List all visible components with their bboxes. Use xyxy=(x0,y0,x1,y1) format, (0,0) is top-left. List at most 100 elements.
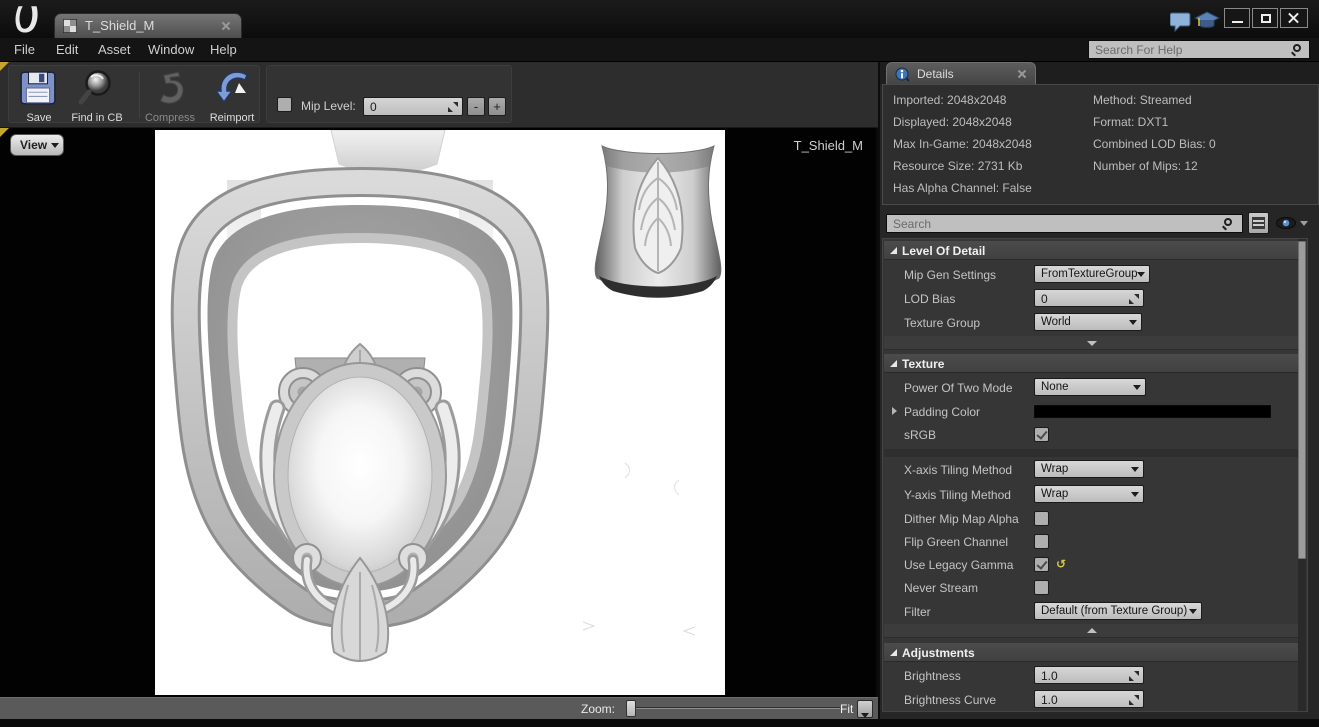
reset-to-default-icon[interactable]: ↺ xyxy=(1056,557,1066,571)
texture-asset-icon xyxy=(63,19,77,33)
advanced-collapser[interactable] xyxy=(884,624,1298,638)
zoom-slider-track[interactable] xyxy=(630,707,840,709)
mip-level-label: Mip Level: xyxy=(301,99,356,113)
expand-right-icon[interactable] xyxy=(892,407,897,415)
menu-help[interactable]: Help xyxy=(210,42,237,57)
prop-label: Dither Mip Map Alpha xyxy=(904,512,1019,526)
texture-viewport[interactable]: View T_Shield_M xyxy=(0,128,878,698)
view-options-list-button[interactable] xyxy=(1248,212,1269,234)
prop-label: X-axis Tiling Method xyxy=(904,463,1013,477)
details-panel: Details Imported: 2048x2048 Displayed: 2… xyxy=(878,62,1319,719)
panel-corner-flag xyxy=(0,128,9,137)
info-max-ingame: Max In-Game: 2048x2048 xyxy=(893,137,1032,151)
texture-name-overlay: T_Shield_M xyxy=(793,138,863,153)
prop-label: sRGB xyxy=(904,428,937,442)
mip-level-field[interactable]: 0 xyxy=(363,97,463,116)
menu-asset[interactable]: Asset xyxy=(98,42,131,57)
chevron-down-icon xyxy=(1131,492,1139,497)
zoom-slider-handle[interactable] xyxy=(626,700,636,717)
chevron-down-icon[interactable] xyxy=(1300,221,1308,226)
section-header-level-of-detail[interactable]: Level Of Detail xyxy=(884,241,1298,260)
menu-bar: File Edit Asset Window Help xyxy=(0,38,1319,62)
mip-level-decrement-button[interactable]: - xyxy=(467,97,485,116)
y-axis-tiling-dropdown[interactable]: Wrap xyxy=(1034,485,1144,503)
texture-group-dropdown[interactable]: World xyxy=(1034,313,1142,331)
fit-label: Fit xyxy=(840,702,854,716)
prop-label: Brightness Curve xyxy=(904,693,997,707)
section-header-adjustments[interactable]: Adjustments xyxy=(884,643,1298,662)
padding-color-swatch[interactable] xyxy=(1034,405,1271,418)
tutorial-cap-icon[interactable] xyxy=(1194,10,1220,32)
filter-dropdown[interactable]: Default (from Texture Group) xyxy=(1034,602,1202,620)
asset-tab-title: T_Shield_M xyxy=(85,18,155,33)
find-in-cb-button[interactable]: Find in CB xyxy=(61,112,133,124)
menu-edit[interactable]: Edit xyxy=(56,42,78,57)
value-drag-icon[interactable] xyxy=(1129,294,1139,304)
details-tab[interactable]: Details xyxy=(886,62,1036,84)
x-axis-tiling-dropdown[interactable]: Wrap xyxy=(1034,460,1144,478)
details-scrollbar[interactable] xyxy=(1298,239,1306,711)
flip-green-channel-checkbox[interactable] xyxy=(1034,534,1049,549)
never-stream-checkbox[interactable] xyxy=(1034,580,1049,595)
prop-label: Texture Group xyxy=(904,316,981,330)
view-dropdown-button[interactable]: View xyxy=(10,134,64,156)
save-button[interactable]: Save xyxy=(15,112,63,124)
reimport-button[interactable]: Reimport xyxy=(201,112,263,124)
chevron-down-icon xyxy=(861,713,869,719)
prop-label: LOD Bias xyxy=(904,292,956,306)
info-num-mips: Number of Mips: 12 xyxy=(1093,159,1198,173)
mip-gen-settings-dropdown[interactable]: FromTextureGroup xyxy=(1034,265,1150,283)
value-drag-icon[interactable] xyxy=(1129,671,1139,681)
fit-dropdown-button[interactable] xyxy=(857,700,873,719)
scrollbar-thumb[interactable] xyxy=(1298,241,1306,559)
advanced-expander[interactable] xyxy=(884,336,1298,350)
prop-label: Padding Color xyxy=(904,405,981,419)
texture-preview[interactable] xyxy=(155,130,725,695)
menu-file[interactable]: File xyxy=(14,42,35,57)
prop-label: Mip Gen Settings xyxy=(904,268,997,282)
brightness-field[interactable]: 1.0 xyxy=(1034,666,1144,684)
details-search-input[interactable] xyxy=(886,214,1243,233)
compress-button[interactable]: Compress xyxy=(139,112,201,124)
value-drag-icon[interactable] xyxy=(448,102,458,112)
zoom-label: Zoom: xyxy=(581,702,616,716)
section-expanded-icon xyxy=(890,247,897,254)
mip-level-checkbox[interactable] xyxy=(277,97,292,112)
info-icon xyxy=(895,67,910,82)
maximize-button[interactable] xyxy=(1252,8,1278,28)
reimport-icon xyxy=(214,71,248,104)
asset-tab[interactable]: T_Shield_M xyxy=(54,13,242,38)
minimize-button[interactable] xyxy=(1224,8,1250,28)
use-legacy-gamma-checkbox[interactable] xyxy=(1034,557,1049,572)
menu-window[interactable]: Window xyxy=(148,42,194,57)
power-of-two-mode-dropdown[interactable]: None xyxy=(1034,378,1146,396)
section-header-texture[interactable]: Texture xyxy=(884,354,1298,373)
dither-mip-map-alpha-checkbox[interactable] xyxy=(1034,511,1049,526)
prop-label: Use Legacy Gamma xyxy=(904,558,1014,572)
info-format: Format: DXT1 xyxy=(1093,115,1169,129)
details-tab-title: Details xyxy=(917,67,954,81)
chevron-down-icon xyxy=(1137,272,1145,277)
chevron-down-icon xyxy=(1133,385,1141,390)
list-icon xyxy=(1252,217,1265,229)
mip-level-increment-button[interactable]: + xyxy=(488,97,506,116)
prop-label: Never Stream xyxy=(904,581,979,595)
find-in-cb-icon xyxy=(78,70,111,105)
help-search-input[interactable] xyxy=(1088,40,1310,59)
toolbar-button-group: Save Find in CB Compress Reimport xyxy=(8,65,263,124)
lod-bias-field[interactable]: 0 xyxy=(1034,289,1144,307)
info-imported: Imported: 2048x2048 xyxy=(893,93,1007,107)
prop-label: Brightness xyxy=(904,669,961,683)
window-bottom-edge xyxy=(0,719,1319,727)
viewport-zoom-bar: Zoom: Fit xyxy=(0,697,878,719)
srgb-checkbox[interactable] xyxy=(1034,427,1049,442)
brightness-curve-field[interactable]: 1.0 xyxy=(1034,690,1144,708)
feedback-bubble-icon[interactable] xyxy=(1170,12,1192,32)
eye-icon[interactable] xyxy=(1276,217,1296,229)
chevron-down-icon xyxy=(1189,609,1197,614)
close-button[interactable] xyxy=(1280,8,1308,28)
prop-label: Filter xyxy=(904,605,931,619)
value-drag-icon[interactable] xyxy=(1129,695,1139,705)
save-icon xyxy=(20,71,56,105)
title-bar: T_Shield_M xyxy=(0,0,1319,38)
